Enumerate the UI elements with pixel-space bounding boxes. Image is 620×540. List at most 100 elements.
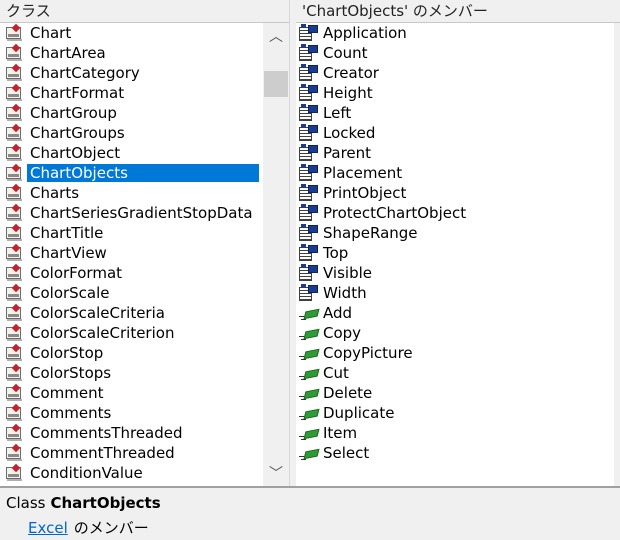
class-module-icon	[5, 23, 27, 43]
property-icon	[298, 163, 320, 183]
class-module-icon	[5, 43, 27, 63]
members-list[interactable]: Application Count Creator Height Left Locked P…	[296, 23, 620, 463]
members-pane: 'ChartObjects' のメンバー Application Count Cre…	[296, 0, 620, 486]
member-item-copy-picture[interactable]: CopyPicture	[296, 343, 620, 363]
class-item-comments[interactable]: Comments	[0, 403, 289, 423]
details-name: ChartObjects	[50, 494, 161, 512]
library-link[interactable]: Excel	[28, 519, 68, 537]
class-module-icon	[5, 143, 27, 163]
method-icon	[298, 363, 320, 383]
class-item-label: ColorStop	[30, 344, 104, 362]
member-item-label: Select	[323, 444, 370, 462]
member-item-label: PrintObject	[323, 184, 407, 202]
member-item-count[interactable]: Count	[296, 43, 620, 63]
class-module-icon	[5, 103, 27, 123]
class-item-chart-area[interactable]: ChartArea	[0, 43, 289, 63]
member-item-delete[interactable]: Delete	[296, 383, 620, 403]
member-item-shape-range[interactable]: ShapeRange	[296, 223, 620, 243]
member-item-cut[interactable]: Cut	[296, 363, 620, 383]
member-item-visible[interactable]: Visible	[296, 263, 620, 283]
member-item-label: Item	[323, 424, 358, 442]
class-item-label: Chart	[30, 24, 72, 42]
member-item-locked[interactable]: Locked	[296, 123, 620, 143]
pane-splitter[interactable]	[289, 0, 296, 486]
method-icon	[298, 423, 320, 443]
class-item-label: Comment	[30, 384, 104, 402]
class-module-icon	[5, 383, 27, 403]
member-item-label: Cut	[323, 364, 349, 382]
member-item-select[interactable]: Select	[296, 443, 620, 463]
class-item-charts[interactable]: Charts	[0, 183, 289, 203]
details-pane: Class ChartObjects Excel のメンバー	[0, 486, 620, 540]
member-item-application[interactable]: Application	[296, 23, 620, 43]
method-icon	[298, 343, 320, 363]
member-item-label: Placement	[323, 164, 403, 182]
class-item-comments-threaded[interactable]: CommentsThreaded	[0, 423, 289, 443]
member-item-width[interactable]: Width	[296, 283, 620, 303]
member-item-duplicate[interactable]: Duplicate	[296, 403, 620, 423]
class-item-label: ColorScaleCriterion	[30, 324, 175, 342]
class-item-comment-threaded[interactable]: CommentThreaded	[0, 443, 289, 463]
property-icon	[298, 183, 320, 203]
member-item-label: ProtectChartObject	[323, 204, 467, 222]
class-item-color-scale-criterion[interactable]: ColorScaleCriterion	[0, 323, 289, 343]
class-item-label: ChartArea	[30, 44, 106, 62]
class-module-icon	[5, 263, 27, 283]
class-item-chart-format[interactable]: ChartFormat	[0, 83, 289, 103]
class-item-chart-category[interactable]: ChartCategory	[0, 63, 289, 83]
property-icon	[298, 103, 320, 123]
member-item-creator[interactable]: Creator	[296, 63, 620, 83]
class-module-icon	[5, 123, 27, 143]
scroll-up-icon[interactable]: ︿	[263, 23, 289, 49]
class-item-chart-object[interactable]: ChartObject	[0, 143, 289, 163]
class-item-label: ChartObject	[30, 144, 121, 162]
class-item-chart-title[interactable]: ChartTitle	[0, 223, 289, 243]
member-item-left[interactable]: Left	[296, 103, 620, 123]
class-item-color-stop[interactable]: ColorStop	[0, 343, 289, 363]
member-item-label: ShapeRange	[323, 224, 418, 242]
property-icon	[298, 283, 320, 303]
member-item-label: Width	[323, 284, 367, 302]
member-item-label: Delete	[323, 384, 373, 402]
scroll-down-icon[interactable]: ﹀	[263, 460, 289, 486]
class-item-condition-value[interactable]: ConditionValue	[0, 463, 289, 483]
property-icon	[298, 43, 320, 63]
member-item-add[interactable]: Add	[296, 303, 620, 323]
member-item-protect-chart-object[interactable]: ProtectChartObject	[296, 203, 620, 223]
class-module-icon	[5, 303, 27, 323]
property-icon	[298, 83, 320, 103]
member-item-copy[interactable]: Copy	[296, 323, 620, 343]
scroll-thumb[interactable]	[264, 71, 288, 97]
class-item-chart-groups[interactable]: ChartGroups	[0, 123, 289, 143]
member-item-print-object[interactable]: PrintObject	[296, 183, 620, 203]
class-item-color-scale-criteria[interactable]: ColorScaleCriteria	[0, 303, 289, 323]
class-item-chart[interactable]: Chart	[0, 23, 289, 43]
class-module-icon	[5, 63, 27, 83]
class-item-chart-group[interactable]: ChartGroup	[0, 103, 289, 123]
class-item-color-format[interactable]: ColorFormat	[0, 263, 289, 283]
class-item-chart-series-gradient-stop-data[interactable]: ChartSeriesGradientStopData	[0, 203, 289, 223]
class-item-chart-view[interactable]: ChartView	[0, 243, 289, 263]
method-icon	[298, 323, 320, 343]
members-scrollbar[interactable]	[614, 23, 620, 486]
member-item-top[interactable]: Top	[296, 243, 620, 263]
class-item-label: ConditionValue	[30, 464, 143, 482]
member-item-label: Copy	[323, 324, 362, 342]
class-item-comment[interactable]: Comment	[0, 383, 289, 403]
member-item-height[interactable]: Height	[296, 83, 620, 103]
property-icon	[298, 123, 320, 143]
member-item-placement[interactable]: Placement	[296, 163, 620, 183]
method-icon	[298, 443, 320, 463]
member-item-parent[interactable]: Parent	[296, 143, 620, 163]
class-item-color-scale[interactable]: ColorScale	[0, 283, 289, 303]
class-item-color-stops[interactable]: ColorStops	[0, 363, 289, 383]
classes-scrollbar[interactable]: ︿ ﹀	[263, 23, 289, 486]
class-item-label: ColorFormat	[30, 264, 123, 282]
classes-pane: クラス Chart ChartArea ChartCategory ChartForm…	[0, 0, 289, 486]
classes-list[interactable]: Chart ChartArea ChartCategory ChartFormat Ch…	[0, 23, 289, 483]
property-icon	[298, 243, 320, 263]
class-module-icon	[5, 183, 27, 203]
property-icon	[298, 203, 320, 223]
class-item-chart-objects[interactable]: ChartObjects	[0, 163, 289, 183]
member-item-item[interactable]: Item	[296, 423, 620, 443]
